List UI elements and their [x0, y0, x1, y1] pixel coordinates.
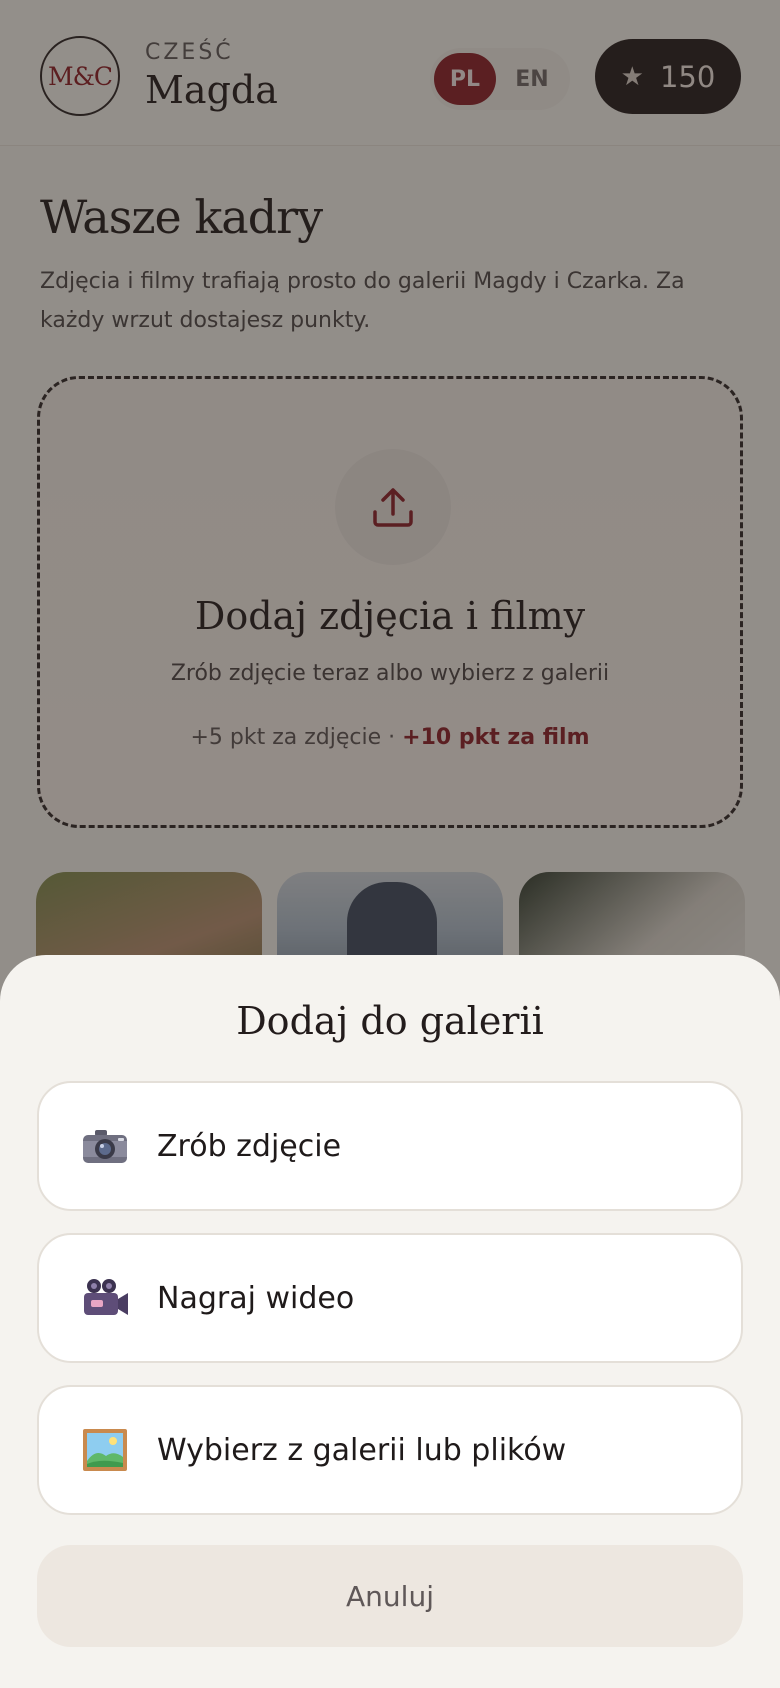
choose-from-gallery-option[interactable]: Wybierz z galerii lub plików — [37, 1385, 743, 1515]
record-video-label: Nagraj wideo — [157, 1280, 355, 1316]
add-to-gallery-sheet: Dodaj do galerii Zrób zdjęcie Nagraj wid… — [0, 955, 780, 1688]
choose-from-gallery-label: Wybierz z galerii lub plików — [157, 1432, 567, 1468]
sheet-title: Dodaj do galerii — [236, 999, 544, 1043]
video-camera-icon — [81, 1274, 129, 1322]
picture-icon — [81, 1426, 129, 1474]
cancel-button[interactable]: Anuluj — [37, 1545, 743, 1647]
page: M&C CZEŚĆ Magda PL EN ★ 150 Wasze kadry … — [0, 0, 780, 1688]
take-photo-option[interactable]: Zrób zdjęcie — [37, 1081, 743, 1211]
record-video-option[interactable]: Nagraj wideo — [37, 1233, 743, 1363]
camera-icon — [81, 1122, 129, 1170]
take-photo-label: Zrób zdjęcie — [157, 1128, 342, 1164]
